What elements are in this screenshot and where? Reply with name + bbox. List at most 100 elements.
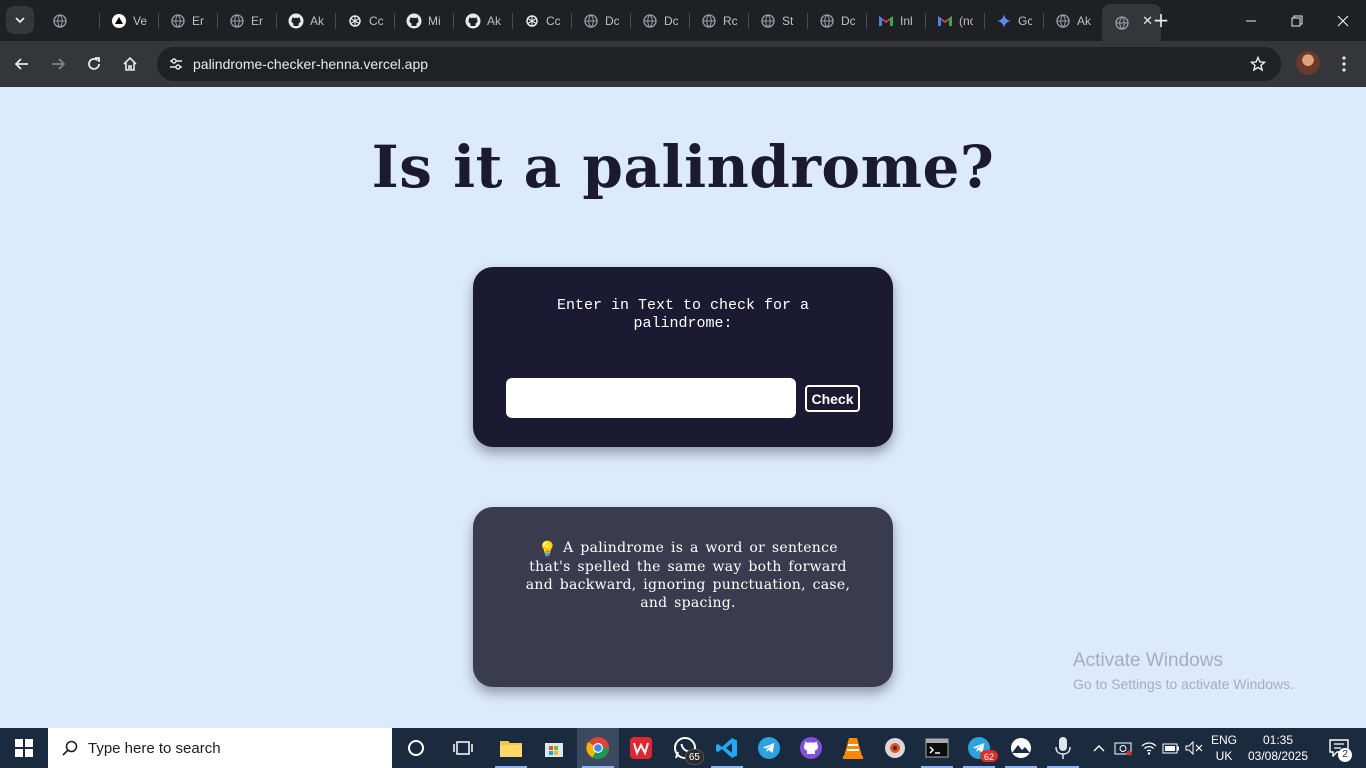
taskbar-whatsapp[interactable]: 65 — [664, 728, 706, 768]
taskbar-voice-recorder[interactable] — [1042, 728, 1084, 768]
info-card: 💡 A palindrome is a word or sentence that… — [473, 507, 893, 687]
close-window-button[interactable] — [1320, 0, 1366, 41]
task-view-button[interactable] — [442, 728, 484, 768]
github-icon — [800, 737, 822, 759]
arrow-left-icon — [14, 58, 28, 70]
tab-separator — [689, 13, 690, 29]
minimize-button[interactable] — [1228, 0, 1274, 41]
browser-tab[interactable]: Dc — [571, 4, 630, 37]
close-icon — [1337, 15, 1349, 26]
browser-tab[interactable]: Er — [158, 4, 217, 37]
browser-tab[interactable]: Ve — [99, 4, 158, 37]
reload-button[interactable] — [80, 50, 108, 78]
browser-tab[interactable]: Cc — [335, 4, 394, 37]
tray-overflow-button[interactable] — [1090, 728, 1108, 768]
browser-tab[interactable]: Dc — [630, 4, 689, 37]
tab-separator — [630, 13, 631, 29]
windows-taskbar: Type here to search 65 62 ENG UK 01:35 0… — [0, 728, 1366, 768]
tray-meet-now[interactable] — [1112, 728, 1134, 768]
browser-tab[interactable]: Cc — [512, 4, 571, 37]
browser-tab[interactable] — [40, 4, 99, 37]
taskbar-clock[interactable]: 01:35 03/08/2025 — [1246, 732, 1310, 764]
tab-title: Er — [251, 13, 263, 28]
address-bar[interactable]: palindrome-checker-henna.vercel.app — [157, 47, 1281, 81]
taskbar-vlc[interactable] — [832, 728, 874, 768]
taskbar-telegram-desktop[interactable] — [748, 728, 790, 768]
tab-separator — [925, 13, 926, 29]
new-tab-button[interactable]: + — [1149, 8, 1173, 32]
browser-menu-button[interactable] — [1332, 50, 1356, 78]
microphone-icon — [1055, 737, 1071, 759]
check-button[interactable]: Check — [805, 385, 860, 412]
tab-search-button[interactable] — [6, 6, 34, 34]
browser-tab[interactable]: (nc — [925, 4, 984, 37]
tab-separator — [984, 13, 985, 29]
vercel-icon — [111, 13, 127, 29]
taskbar-terminal[interactable] — [916, 728, 958, 768]
taskbar-wps[interactable] — [620, 728, 662, 768]
home-button[interactable] — [116, 50, 144, 78]
text-input[interactable] — [506, 378, 796, 418]
tab-title: Mi — [428, 13, 441, 28]
browser-tab[interactable]: Ak — [276, 4, 335, 37]
gmail-icon — [937, 13, 953, 29]
profile-avatar[interactable] — [1296, 51, 1320, 75]
taskbar-telegram[interactable]: 62 — [958, 728, 1000, 768]
globe-icon — [170, 13, 186, 29]
tab-title: Cc — [369, 13, 383, 28]
browser-tab[interactable]: Mi — [394, 4, 453, 37]
taskbar-vscode[interactable] — [706, 728, 748, 768]
site-info-button[interactable] — [164, 52, 188, 76]
activate-windows-subtitle: Go to Settings to activate Windows. — [1073, 676, 1294, 692]
tab-title: Ak — [1077, 13, 1091, 28]
browser-tab[interactable]: Dc — [807, 4, 866, 37]
tab-separator — [1043, 13, 1044, 29]
start-button[interactable] — [0, 728, 48, 768]
browser-tab[interactable]: Ak — [453, 4, 512, 37]
tab-title: Rc — [723, 13, 737, 28]
wifi-icon — [1141, 742, 1157, 755]
taskbar-media-app[interactable] — [874, 728, 916, 768]
browser-tab[interactable]: St — [748, 4, 807, 37]
tab-separator — [99, 13, 100, 29]
tab-title: Cc — [546, 13, 560, 28]
tab-separator — [807, 13, 808, 29]
checker-label: Enter in Text to check for a palindrome: — [556, 297, 810, 332]
bookmark-button[interactable] — [1247, 53, 1269, 75]
action-center-button[interactable]: 2 — [1318, 728, 1360, 768]
browser-tab[interactable]: Inl — [866, 4, 925, 37]
telegram-icon — [758, 737, 780, 759]
arrow-right-icon — [52, 58, 66, 70]
palindrome-definition: A palindrome is a word or sentence that'… — [525, 540, 851, 611]
vlc-icon — [843, 738, 863, 759]
taskbar-photos[interactable] — [1000, 728, 1042, 768]
taskbar-chrome[interactable] — [577, 728, 619, 768]
task-view-icon — [453, 741, 473, 755]
browser-tab[interactable]: Gc — [984, 4, 1043, 37]
globe-icon — [701, 13, 717, 29]
notification-count-badge: 2 — [1338, 748, 1352, 762]
restore-button[interactable] — [1274, 0, 1320, 41]
tray-battery[interactable] — [1160, 728, 1182, 768]
forward-button[interactable] — [44, 50, 72, 78]
browser-tab[interactable]: Rc — [689, 4, 748, 37]
reload-icon — [88, 57, 100, 70]
tune-icon — [170, 58, 182, 70]
taskbar-store[interactable] — [533, 728, 575, 768]
taskbar-search-box[interactable]: Type here to search — [48, 728, 392, 768]
tray-volume[interactable] — [1183, 728, 1205, 768]
browser-toolbar: palindrome-checker-henna.vercel.app — [0, 41, 1366, 87]
browser-tab[interactable]: Er — [217, 4, 276, 37]
tray-network[interactable] — [1138, 728, 1160, 768]
cortana-button[interactable] — [395, 728, 437, 768]
url-text[interactable]: palindrome-checker-henna.vercel.app — [193, 56, 428, 72]
tab-title: Dc — [605, 13, 619, 28]
taskbar-github-desktop[interactable] — [790, 728, 832, 768]
back-button[interactable] — [8, 50, 36, 78]
gmail-icon — [878, 13, 894, 29]
browser-tab[interactable]: Ak — [1043, 4, 1102, 37]
taskbar-file-explorer[interactable] — [490, 728, 532, 768]
search-placeholder: Type here to search — [88, 739, 221, 757]
star-icon — [1250, 56, 1266, 72]
language-indicator[interactable]: ENG UK — [1206, 732, 1242, 764]
